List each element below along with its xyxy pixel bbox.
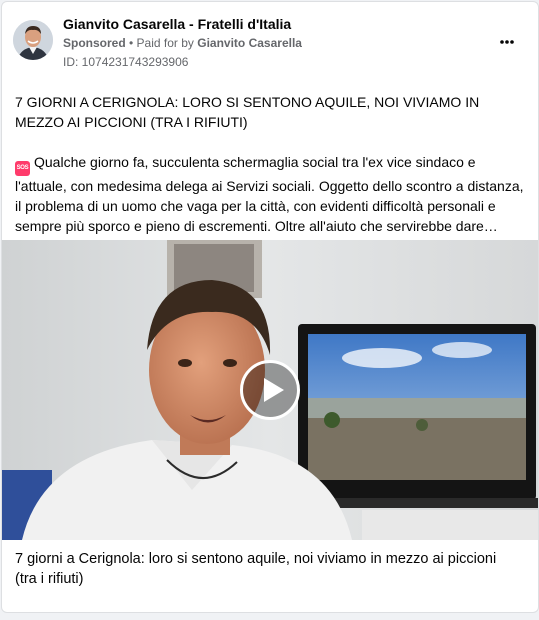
- more-options-button[interactable]: [493, 30, 521, 54]
- ad-id: ID: 1074231743293906: [63, 55, 189, 69]
- post-header: Gianvito Casarella - Fratelli d'Italia S…: [2, 2, 538, 78]
- avatar-image: [13, 20, 53, 60]
- video-caption-link[interactable]: 7 giorni a Cerignola: loro si sentono aq…: [15, 549, 515, 589]
- meta-separator: •: [125, 36, 137, 50]
- post-body: SOS Qualche giorno fa, succulenta scherma…: [15, 152, 529, 236]
- post-body-text: Qualche giorno fa, succulenta schermagli…: [15, 154, 524, 234]
- paid-for-prefix: Paid for by: [136, 36, 198, 50]
- avatar[interactable]: [13, 20, 53, 60]
- page-name[interactable]: Gianvito Casarella - Fratelli d'Italia: [63, 16, 291, 32]
- ad-card: Gianvito Casarella - Fratelli d'Italia S…: [1, 1, 539, 613]
- sos-icon: SOS: [15, 161, 30, 176]
- play-icon: [264, 378, 284, 402]
- post-text: 7 GIORNI A CERIGNOLA: LORO SI SENTONO AQ…: [15, 92, 529, 236]
- video-player[interactable]: [2, 240, 538, 540]
- paid-for-name: Gianvito Casarella: [197, 36, 302, 50]
- more-horizontal-icon: [500, 40, 514, 44]
- play-button[interactable]: [240, 360, 300, 420]
- sponsored-line: Sponsored • Paid for by Gianvito Casarel…: [63, 36, 302, 50]
- post-headline: 7 GIORNI A CERIGNOLA: LORO SI SENTONO AQ…: [15, 94, 480, 130]
- sponsored-label: Sponsored: [63, 36, 126, 50]
